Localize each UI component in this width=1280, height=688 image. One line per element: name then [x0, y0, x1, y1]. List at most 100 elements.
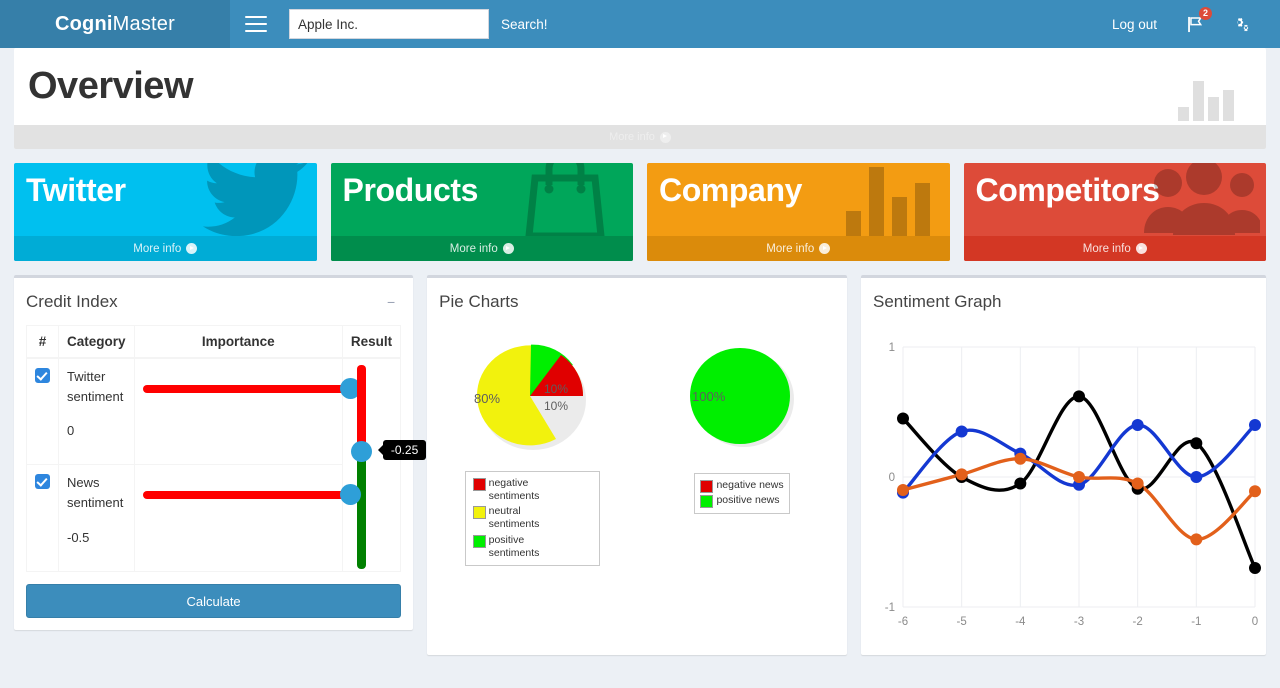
result-cell: -0.25 — [341, 357, 427, 572]
row-checkbox-cell — [26, 357, 59, 466]
flag-icon[interactable]: 2 — [1173, 0, 1218, 48]
result-slider[interactable]: -0.25 — [343, 359, 427, 571]
tile-more-info-link[interactable]: More info — [647, 236, 950, 261]
table-header-row: # Category Importance Result — [26, 325, 402, 359]
column-header-category: Category — [58, 325, 135, 359]
x-axis-tick-label: -5 — [957, 616, 967, 628]
pie-label-positive: 10% — [544, 382, 568, 396]
tile-competitors[interactable]: Competitors More info — [963, 163, 1267, 261]
tile-products[interactable]: Products More info — [330, 163, 633, 261]
legend-item: positive sentiments — [472, 534, 547, 560]
data-point-black — [1073, 390, 1085, 403]
tile-more-info-link[interactable]: More info — [14, 236, 317, 261]
data-point-black — [1249, 562, 1261, 574]
search-button[interactable]: Search! — [501, 17, 548, 32]
tile-company[interactable]: Company More info — [647, 163, 950, 261]
pie-label-positive-news: 100% — [692, 389, 726, 404]
navbar: Search! Log out 2 — [230, 0, 1280, 48]
x-axis-tick-label: -4 — [1015, 616, 1026, 628]
hamburger-line — [245, 23, 267, 25]
overview-more-info-label: More info — [609, 131, 655, 143]
data-point-orange — [1249, 485, 1261, 498]
pie-chart-sentiments: 80% 10% 10% negative sentiments neutral … — [427, 331, 637, 566]
overview-header: Overview — [14, 48, 1266, 125]
pie-chart-sentiments-svg: 80% 10% 10% — [474, 344, 587, 450]
y-axis-tick-label: 1 — [889, 342, 895, 354]
bar-chart-icon — [1178, 81, 1234, 121]
importance-slider-twitter-sentiment[interactable] — [142, 376, 361, 402]
minus-icon[interactable]: − — [381, 292, 401, 312]
row-category-label: Twitter sentiment — [67, 369, 124, 405]
legend-item: negative news — [700, 479, 784, 493]
pie-chart-news: 100% negative news positive news — [637, 331, 847, 566]
legend-swatch-positive-sentiments — [472, 534, 486, 548]
pie-charts-title: Pie Charts — [439, 291, 519, 311]
pie-label-negative: 10% — [544, 399, 568, 413]
pie-legend-sentiments: negative sentiments neutral sentiments p… — [464, 471, 600, 566]
overview-panel: Overview More info — [14, 48, 1266, 149]
column-header-importance: Importance — [133, 325, 343, 359]
legend-label: negative news — [716, 479, 784, 491]
legend-label: neutral sentiments — [488, 505, 540, 531]
legend-swatch-negative-sentiments — [472, 478, 486, 491]
tile-more-info-link[interactable]: More info — [330, 236, 633, 261]
column-credit-index: Credit Index − # Category Importance Res… — [14, 275, 427, 630]
x-axis-tick-label: 0 — [1252, 616, 1258, 628]
tile-wrap-products: Products More info — [324, 163, 641, 261]
arrow-circle-right-icon — [819, 243, 831, 254]
data-point-black — [1014, 477, 1027, 490]
legend-swatch-positive-news — [700, 495, 714, 508]
data-point-blue — [1249, 419, 1261, 431]
brand-name-light: Master — [112, 12, 175, 35]
y-axis-tick-label: 0 — [889, 472, 895, 484]
legend-label: positive news — [716, 494, 780, 506]
search-input[interactable] — [289, 9, 489, 39]
row-checkbox-news-sentiment[interactable] — [35, 474, 50, 490]
result-slider-positive-track — [356, 456, 366, 569]
x-axis-tick-label: -1 — [1191, 616, 1201, 628]
logout-link[interactable]: Log out — [1096, 0, 1173, 48]
brand-name-strong: Cogni — [55, 12, 113, 35]
arrow-circle-right-icon — [186, 243, 198, 254]
table-row: Twitter sentiment 0 -0.25 — [26, 357, 427, 572]
data-point-orange — [1190, 533, 1203, 546]
gears-icon[interactable] — [1218, 0, 1265, 48]
tile-more-info-label: More info — [449, 242, 498, 255]
legend-swatch-neutral-sentiments — [472, 506, 486, 520]
result-slider-handle[interactable] — [350, 441, 372, 462]
top-navigation-bar: CogniMaster Search! Log out 2 — [0, 0, 1280, 48]
x-axis-tick-label: -2 — [1133, 616, 1143, 628]
hamburger-icon[interactable] — [245, 16, 267, 32]
tile-more-info-link[interactable]: More info — [963, 236, 1266, 261]
legend-item: positive news — [700, 494, 783, 508]
brand-logo[interactable]: Cogni Master — [0, 0, 230, 48]
hamburger-line — [245, 30, 267, 32]
data-point-orange — [1073, 471, 1085, 483]
arrow-circle-right-icon — [1135, 243, 1147, 254]
importance-slider-news-sentiment[interactable] — [142, 482, 361, 508]
row-importance-cell — [133, 357, 361, 466]
data-point-orange — [897, 484, 909, 496]
tile-wrap-twitter: Twitter More info — [14, 163, 324, 261]
overview-more-info-link[interactable]: More info — [14, 125, 1266, 149]
tile-body: Twitter — [14, 163, 317, 236]
calculate-button[interactable]: Calculate — [26, 584, 402, 618]
tile-body: Competitors — [964, 163, 1267, 236]
slider-handle[interactable] — [339, 484, 361, 506]
tile-twitter[interactable]: Twitter More info — [14, 163, 317, 261]
row-category-cell: Twitter sentiment 0 — [58, 357, 135, 466]
tile-body: Company — [647, 163, 950, 236]
credit-index-header: Credit Index − — [14, 278, 413, 325]
row-checkbox-twitter-sentiment[interactable] — [35, 368, 50, 384]
y-axis-tick-label: -1 — [885, 602, 895, 614]
sentiment-graph-title: Sentiment Graph — [873, 291, 1002, 311]
data-point-black — [1190, 437, 1203, 450]
tile-more-info-label: More info — [1082, 242, 1131, 255]
twitter-bird-icon — [201, 163, 311, 236]
row-category-value: 0 — [67, 423, 75, 439]
pie-charts-body: 80% 10% 10% negative sentiments neutral … — [427, 325, 847, 566]
data-point-blue — [1190, 471, 1203, 483]
shopping-bag-icon — [517, 163, 613, 236]
data-point-black — [897, 412, 909, 425]
credit-index-panel: Credit Index − # Category Importance Res… — [14, 275, 427, 630]
